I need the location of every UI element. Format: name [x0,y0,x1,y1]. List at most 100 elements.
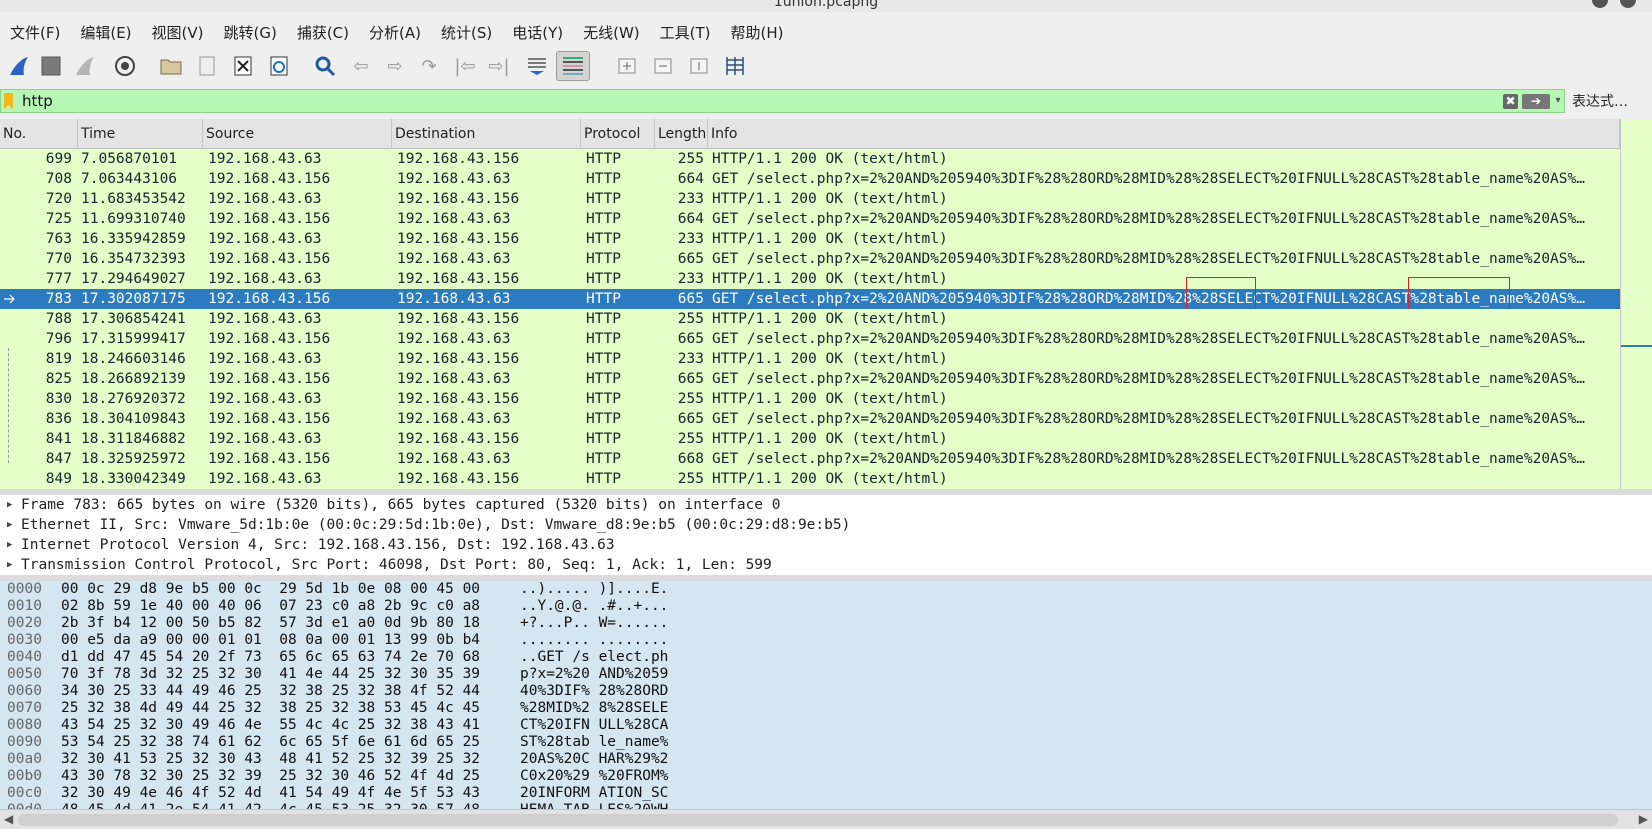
packet-row[interactable]: 847 18.325925972 192.168.43.156 192.168.43.… [0,449,1620,469]
bytes-ascii: 20AS%20C HAR%29%2 [520,751,669,767]
cell-info: GET /select.php?x=2%20AND%205940%3DIF%28… [712,371,1585,387]
column-header-destination[interactable]: Destination [392,119,581,149]
packet-row[interactable]: 849 18.330042349 192.168.43.63 192.168.43.1… [0,469,1620,489]
expand-arrow-icon[interactable]: ▶ [7,555,12,575]
colorize-icon[interactable] [556,51,590,81]
menu-edit[interactable]: 编辑(E) [70,20,141,46]
bytes-row[interactable]: 00a0 32 30 41 53 25 32 30 43 48 41 52 25 … [0,751,1652,768]
menu-wireless[interactable]: 无线(W) [573,20,650,46]
cell-destination: 192.168.43.156 [397,391,520,407]
stop-square-icon[interactable] [36,51,66,81]
packet-row[interactable]: 796 17.315999417 192.168.43.156 192.168.43.… [0,329,1620,349]
scroll-right-icon[interactable]: ▶ [1639,812,1648,826]
autoscroll-icon[interactable] [522,51,552,81]
find-magnifier-icon[interactable] [310,51,340,81]
bytes-row[interactable]: 0050 70 3f 78 3d 32 25 32 30 41 4e 44 25 … [0,666,1652,683]
cell-info: GET /select.php?x=2%20AND%205940%3DIF%28… [712,451,1585,467]
close-file-icon[interactable] [228,51,258,81]
menu-analyze[interactable]: 分析(A) [359,20,431,46]
menu-help[interactable]: 帮助(H) [721,20,794,46]
packet-row[interactable]: 725 11.699310740 192.168.43.156 192.168.43.… [0,209,1620,229]
detail-row-ipv4[interactable]: ▶ Internet Protocol Version 4, Src: 192.… [0,535,1652,555]
packet-row[interactable]: 841 18.311846882 192.168.43.63 192.168.43.1… [0,429,1620,449]
bytes-row[interactable]: 00d0 48 45 4d 41 2e 54 41 42 4c 45 53 25 … [0,802,1652,809]
bytes-row[interactable]: 0090 53 54 25 32 38 74 61 62 6c 65 5f 6e … [0,734,1652,751]
cell-protocol: HTTP [586,451,621,467]
packet-row[interactable]: 763 16.335942859 192.168.43.63 192.168.43.1… [0,229,1620,249]
packet-row[interactable]: 777 17.294649027 192.168.43.63 192.168.43.1… [0,269,1620,289]
detail-row-tcp[interactable]: ▶ Transmission Control Protocol, Src Por… [0,555,1652,575]
normal-size-icon[interactable] [684,51,714,81]
cell-info: HTTP/1.1 200 OK (text/html) [712,151,948,167]
packet-list-minimap-scrollbar[interactable] [1620,119,1652,489]
zoom-out-icon[interactable] [648,51,678,81]
restart-fin-icon[interactable] [70,51,100,81]
bytes-row[interactable]: 0060 34 30 25 33 44 49 46 25 32 38 25 32 … [0,683,1652,700]
apply-filter-arrow-icon[interactable]: ➔ [1522,94,1550,109]
bytes-row[interactable]: 0030 00 e5 da a9 00 00 01 01 08 0a 00 01 … [0,632,1652,649]
packet-row[interactable]: 708 7.063443106 192.168.43.156 192.168.43.6… [0,169,1620,189]
detail-row-frame[interactable]: ▶ Frame 783: 665 bytes on wire (5320 bit… [0,495,1652,515]
reload-icon[interactable] [264,51,294,81]
shark-fin-start-icon[interactable] [4,51,34,81]
column-header-length[interactable]: Length [655,119,708,149]
resize-columns-icon[interactable] [720,51,750,81]
menu-telephony[interactable]: 电话(Y) [502,20,573,46]
bytes-row[interactable]: 0080 43 54 25 32 30 49 46 4e 55 4c 4c 25 … [0,717,1652,734]
packet-row[interactable]: 720 11.683453542 192.168.43.63 192.168.43.1… [0,189,1620,209]
bookmark-icon[interactable] [4,93,13,109]
capture-options-gear-icon[interactable] [110,51,140,81]
bytes-hex: 2b 3f b4 12 00 50 b5 82 57 3d e1 a0 0d 9… [61,615,481,631]
menu-view[interactable]: 视图(V) [142,20,214,46]
clear-filter-icon[interactable]: ✖ [1503,94,1518,109]
column-header-info[interactable]: Info [708,119,1620,149]
bytes-row[interactable]: 0000 00 0c 29 d8 9e b5 00 0c 29 5d 1b 0e … [0,581,1652,598]
cell-time: 18.304109843 [81,411,186,427]
menu-go[interactable]: 跳转(G) [214,20,287,46]
scrollbar-thumb[interactable] [18,814,1618,826]
bytes-row[interactable]: 0020 2b 3f b4 12 00 50 b5 82 57 3d e1 a0 … [0,615,1652,632]
column-header-no[interactable]: No. [0,119,78,149]
bytes-row[interactable]: 0070 25 32 38 4d 49 44 25 32 38 25 32 38 … [0,700,1652,717]
menu-statistics[interactable]: 统计(S) [431,20,502,46]
bytes-row[interactable]: 0010 02 8b 59 1e 40 00 40 06 07 23 c0 a8 … [0,598,1652,615]
cell-time: 11.699310740 [81,211,186,227]
filter-history-dropdown-icon[interactable]: ▾ [1552,93,1564,109]
first-packet-icon[interactable]: |⇦ [450,51,480,81]
packet-row[interactable]: 819 18.246603146 192.168.43.63 192.168.43.1… [0,349,1620,369]
open-folder-icon[interactable] [156,51,186,81]
column-header-time[interactable]: Time [78,119,203,149]
expand-arrow-icon[interactable]: ▶ [7,495,12,515]
bytes-row[interactable]: 00c0 32 30 49 4e 46 4f 52 4d 41 54 49 4f … [0,785,1652,802]
bytes-row[interactable]: 0040 d1 dd 47 45 54 20 2f 73 65 6c 65 63 … [0,649,1652,666]
bytes-row[interactable]: 00b0 43 30 78 32 30 25 32 39 25 32 30 46 … [0,768,1652,785]
display-filter-input[interactable] [22,92,1382,110]
packet-row[interactable]: 825 18.266892139 192.168.43.156 192.168.43.… [0,369,1620,389]
zoom-in-icon[interactable] [612,51,642,81]
expand-arrow-icon[interactable]: ▶ [7,515,12,535]
detail-row-ethernet[interactable]: ▶ Ethernet II, Src: Vmware_5d:1b:0e (00:… [0,515,1652,535]
packet-row-selected[interactable]: 783 17.302087175 192.168.43.156 192.168.43.… [0,277,1620,319]
cell-destination: 192.168.43.63 [397,411,511,427]
packet-row[interactable]: 699 7.056870101 192.168.43.63 192.168.43.15… [0,149,1620,169]
packet-row[interactable]: 830 18.276920372 192.168.43.63 192.168.43.1… [0,389,1620,409]
last-packet-icon[interactable]: ⇨| [484,51,514,81]
go-back-arrow-icon[interactable]: ⇦ [346,51,376,81]
expression-button[interactable]: 表达式… [1572,91,1628,111]
menu-file[interactable]: 文件(F) [0,20,70,46]
go-to-packet-icon[interactable]: ↷ [414,51,444,81]
packet-row[interactable]: 788 17.306854241 192.168.43.63 192.168.43.1… [0,309,1620,329]
bytes-ascii: %28MID%2 8%28SELE [520,700,669,716]
scroll-left-icon[interactable]: ◀ [4,812,13,826]
expand-arrow-icon[interactable]: ▶ [7,535,12,555]
horizontal-scrollbar[interactable]: ◀ ▶ [0,809,1652,829]
menu-tools[interactable]: 工具(T) [650,20,721,46]
packet-row[interactable]: 836 18.304109843 192.168.43.156 192.168.43.… [0,409,1620,429]
cell-destination: 192.168.43.156 [397,431,520,447]
file-icon[interactable] [192,51,222,81]
column-header-source[interactable]: Source [203,119,392,149]
column-header-protocol[interactable]: Protocol [581,119,655,149]
go-forward-arrow-icon[interactable]: ⇨ [380,51,410,81]
packet-row[interactable]: 770 16.354732393 192.168.43.156 192.168.43.… [0,249,1620,269]
menu-capture[interactable]: 捕获(C) [287,20,359,46]
